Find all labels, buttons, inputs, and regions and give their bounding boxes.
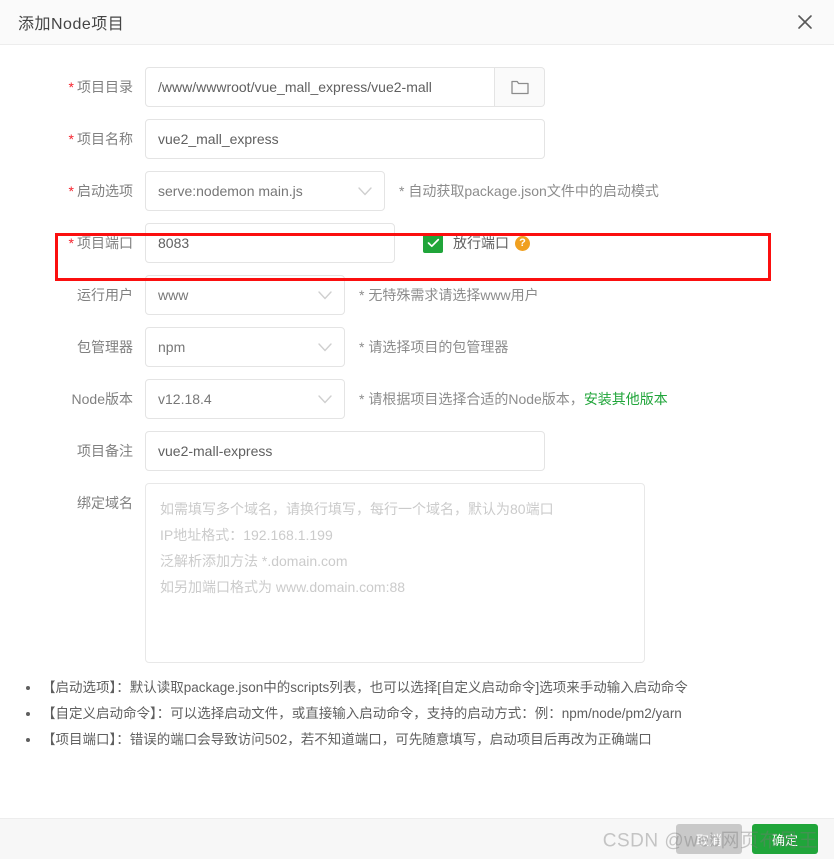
package-manager-hint: * 请选择项目的包管理器 [359, 339, 509, 355]
label-project-port: * 项目端口 [68, 235, 133, 251]
bind-domain-textarea[interactable] [145, 483, 645, 663]
label-bind-domain: 绑定域名 [77, 495, 133, 511]
label-run-user: 运行用户 [77, 287, 133, 303]
chevron-down-icon [358, 186, 372, 196]
project-dir-input[interactable] [145, 67, 495, 107]
start-option-hint: * 自动获取package.json文件中的启动模式 [399, 183, 659, 199]
label-project-remark: 项目备注 [77, 443, 133, 459]
control-bind-domain [145, 483, 645, 663]
node-version-value: v12.18.4 [158, 391, 212, 407]
project-name-input[interactable] [145, 119, 545, 159]
control-project-port: 放行端口 ? [145, 223, 530, 263]
confirm-button[interactable]: 确定 [752, 824, 818, 854]
label-node-version: Node版本 [71, 391, 133, 407]
list-item: 【自定义启动命令】：可以选择启动文件，或直接输入启动命令，支持的启动方式：例：n… [22, 701, 834, 727]
control-node-version: v12.18.4 * 请根据项目选择合适的Node版本，安装其他版本 [145, 379, 668, 419]
control-start-option: serve:nodemon main.js * 自动获取package.json… [145, 171, 659, 211]
close-icon[interactable] [790, 7, 820, 37]
form-row-package-manager: 包管理器 npm * 请选择项目的包管理器 [0, 327, 834, 367]
tips-list: 【启动选项】：默认读取package.json中的scripts列表，也可以选择… [0, 675, 834, 753]
dialog-body: *项目目录 *项目名称 [0, 45, 834, 818]
chevron-down-icon [318, 342, 332, 352]
list-item: 【启动选项】：默认读取package.json中的scripts列表，也可以选择… [22, 675, 834, 701]
chevron-down-icon [318, 290, 332, 300]
label-project-name: * 项目名称 [68, 131, 133, 147]
label-project-dir: * 项目目录 [68, 79, 133, 95]
start-option-select[interactable]: serve:nodemon main.js [145, 171, 385, 211]
node-version-hint: * 请根据项目选择合适的Node版本，安装其他版本 [359, 379, 668, 419]
package-manager-value: npm [158, 339, 186, 355]
form-row-bind-domain: 绑定域名 [0, 483, 834, 663]
list-item: 【项目端口】：错误的端口会导致访问502，若不知道端口，可先随意填写，启动项目后… [22, 727, 834, 753]
project-dir-group [145, 67, 545, 107]
control-package-manager: npm * 请选择项目的包管理器 [145, 327, 508, 367]
control-project-dir [145, 67, 545, 107]
dialog-header: 添加Node项目 [0, 0, 834, 45]
label-start-option: * 启动选项 [68, 183, 133, 199]
cancel-button[interactable]: 取消 [676, 824, 742, 854]
required-mark: * [68, 79, 74, 95]
dialog-footer: 取消 确定 CSDN @web网页布局王 [0, 818, 834, 859]
run-user-hint: * 无特殊需求请选择www用户 [359, 287, 539, 303]
required-mark: * [68, 131, 74, 147]
required-mark: * [68, 183, 74, 199]
form-row-project-port: *项目端口 放行端口 ? [0, 223, 834, 263]
form-row-run-user: 运行用户 www * 无特殊需求请选择www用户 [0, 275, 834, 315]
form-row-start-option: * 启动选项 serve:nodemon main.js * 自动获取packag… [0, 171, 834, 211]
form-row-project-remark: 项目备注 [0, 431, 834, 471]
node-version-hint-text: * 请根据项目选择合适的Node版本， [359, 391, 584, 407]
folder-icon[interactable] [495, 67, 545, 107]
form-row-node-version: Node版本 v12.18.4 * 请根据项目选择合适的Node版本，安装其他版… [0, 379, 834, 419]
start-option-value: serve:nodemon main.js [158, 183, 303, 199]
package-manager-select[interactable]: npm [145, 327, 345, 367]
allow-port-label: 放行端口 [453, 235, 509, 251]
question-mark-icon[interactable]: ? [515, 235, 530, 251]
label-package-manager: 包管理器 [77, 339, 133, 355]
project-port-input[interactable] [145, 223, 395, 263]
allow-port-checkbox[interactable] [423, 233, 443, 253]
control-project-remark [145, 431, 545, 471]
add-node-project-dialog: 添加Node项目 * 项目目录 /www/wwwroot/vue_mall_ex… [0, 0, 834, 859]
allow-port-checkbox-group: 放行端口 ? [423, 223, 530, 263]
node-version-select[interactable]: v12.18.4 [145, 379, 345, 419]
chevron-down-icon [318, 394, 332, 404]
dialog-title: 添加Node项目 [18, 16, 125, 33]
control-run-user: www * 无特殊需求请选择www用户 [145, 275, 539, 315]
required-mark: * [68, 235, 74, 251]
install-other-version-link[interactable]: 安装其他版本 [584, 391, 668, 407]
form-row-project-dir: * 项目目录 [0, 67, 834, 107]
project-remark-input[interactable] [145, 431, 545, 471]
run-user-value: www [158, 287, 189, 303]
run-user-select[interactable]: www [145, 275, 345, 315]
control-project-name [145, 119, 545, 159]
form-row-project-name: * 项目名称 [0, 119, 834, 159]
